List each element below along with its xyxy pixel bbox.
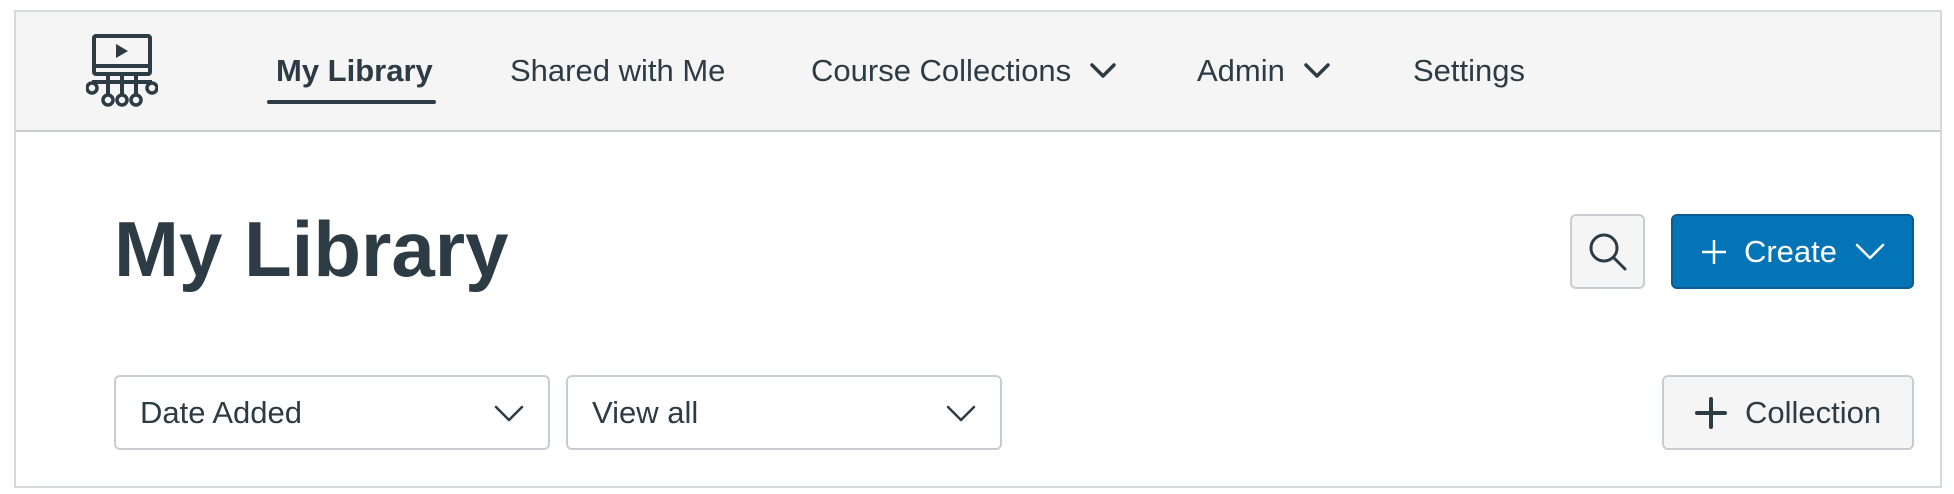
nav-tab-label: Admin	[1197, 53, 1285, 88]
view-filter-select[interactable]: View all	[566, 375, 1002, 450]
nav-tab-course-collections[interactable]: Course Collections	[811, 12, 1117, 130]
app-frame: My Library Shared with Me Course Collect…	[14, 10, 1942, 488]
nav-tab-my-library[interactable]: My Library	[276, 12, 433, 130]
active-tab-indicator	[267, 100, 436, 104]
search-button[interactable]	[1570, 214, 1645, 289]
nav-tab-settings[interactable]: Settings	[1413, 12, 1525, 130]
page-title: My Library	[114, 205, 509, 293]
nav-tab-label: Shared with Me	[510, 53, 726, 88]
plus-icon	[1701, 239, 1726, 264]
nav-tab-label: My Library	[276, 53, 433, 88]
add-collection-label: Collection	[1744, 394, 1882, 430]
view-filter-value: View all	[592, 394, 699, 430]
video-library-icon[interactable]	[86, 30, 158, 108]
chevron-down-icon	[1090, 63, 1116, 78]
create-button-label: Create	[1743, 233, 1838, 269]
chevron-down-icon	[946, 405, 976, 422]
sort-select-value: Date Added	[140, 394, 303, 430]
top-navigation-bar: My Library Shared with Me Course Collect…	[16, 12, 1940, 132]
search-icon	[1589, 233, 1626, 270]
chevron-down-icon	[494, 405, 524, 422]
chevron-down-icon	[1855, 243, 1885, 259]
nav-tab-label: Settings	[1413, 53, 1526, 88]
create-button[interactable]: Create	[1671, 214, 1914, 289]
plus-icon	[1694, 396, 1727, 429]
nav-tab-shared-with-me[interactable]: Shared with Me	[510, 12, 725, 130]
nav-tab-label: Course Collections	[811, 53, 1072, 88]
chevron-down-icon	[1304, 63, 1330, 78]
sort-select[interactable]: Date Added	[114, 375, 550, 450]
add-collection-button[interactable]: Collection	[1662, 375, 1914, 450]
nav-tab-admin[interactable]: Admin	[1197, 12, 1331, 130]
